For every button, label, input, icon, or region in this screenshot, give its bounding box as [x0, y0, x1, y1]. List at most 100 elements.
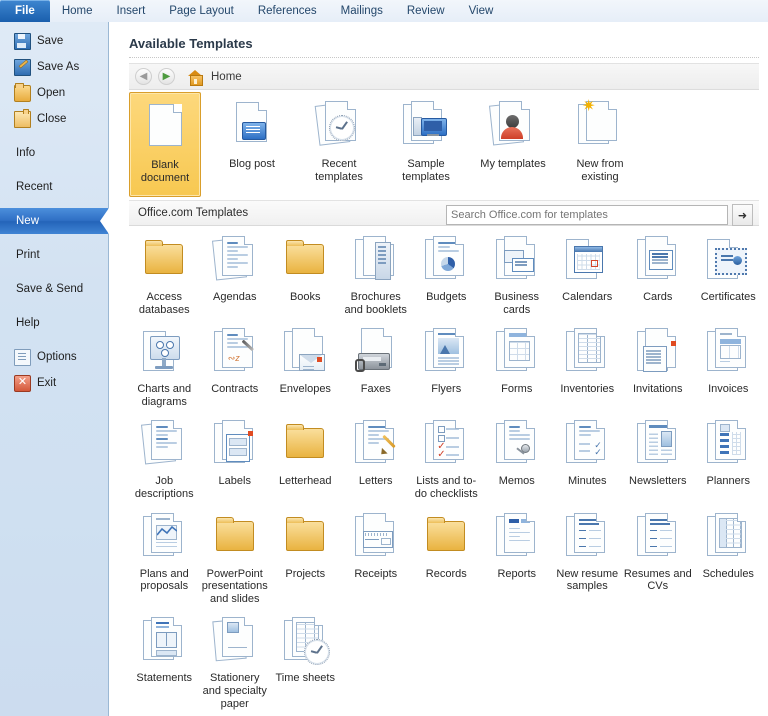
search-go-button[interactable]: ➜	[732, 204, 753, 226]
ribbon-tab-file[interactable]: File	[0, 0, 50, 22]
office-template-tile[interactable]: Letters	[341, 412, 412, 500]
office-template-tile[interactable]: Envelopes	[270, 320, 341, 408]
template-blog-post[interactable]: Blog post	[216, 92, 288, 197]
office-template-tile[interactable]: Charts and diagrams	[129, 320, 200, 408]
checklist-icon: ✓ ✓	[411, 412, 482, 474]
sidebar-item-close[interactable]: Close	[0, 106, 108, 132]
memo-pin-icon	[482, 412, 553, 474]
office-template-tile[interactable]: Records	[411, 505, 482, 606]
back-button[interactable]: ◀	[135, 68, 152, 85]
breadcrumb-home[interactable]: Home	[211, 71, 242, 83]
office-template-tile[interactable]: Brochures and booklets	[341, 228, 412, 316]
office-template-label: Charts and diagrams	[129, 383, 199, 408]
office-template-tile[interactable]: Plans and proposals	[129, 505, 200, 606]
sidebar-item-help[interactable]: Help	[0, 310, 108, 336]
sidebar-item-save-and-send[interactable]: Save & Send	[0, 276, 108, 302]
search-input[interactable]	[446, 205, 728, 225]
office-template-tile[interactable]: Letterhead	[270, 412, 341, 500]
folder-open-icon	[14, 85, 31, 102]
blog-post-icon	[216, 92, 288, 155]
office-template-tile[interactable]: ✓ ✓ Minutes	[552, 412, 623, 500]
office-template-tile[interactable]: Stationery and specialty paper	[200, 609, 271, 710]
template-label: Blog post	[214, 158, 290, 171]
office-template-tile[interactable]: Flyers	[411, 320, 482, 408]
office-template-tile[interactable]: Receipts	[341, 505, 412, 606]
sidebar-item-info[interactable]: Info	[0, 140, 108, 166]
office-template-label: Faxes	[341, 383, 411, 396]
office-template-tile[interactable]: Calendars	[552, 228, 623, 316]
office-template-label: New resume samples	[552, 568, 622, 593]
forward-button[interactable]: ▶	[158, 68, 175, 85]
office-template-tile[interactable]: Cards	[623, 228, 694, 316]
office-template-tile[interactable]: PowerPoint presentations and slides	[200, 505, 271, 606]
office-template-label: Letterhead	[270, 475, 340, 488]
sidebar-item-exit[interactable]: ✕ Exit	[0, 370, 108, 396]
office-template-tile[interactable]: Labels	[200, 412, 271, 500]
office-template-tile[interactable]: Reports	[482, 505, 553, 606]
ribbon-tab-view[interactable]: View	[457, 1, 506, 22]
template-label: My templates	[475, 158, 551, 171]
sidebar-item-label: Save	[37, 35, 63, 47]
sidebar-item-open[interactable]: Open	[0, 80, 108, 106]
sidebar-item-print[interactable]: Print	[0, 242, 108, 268]
ribbon-tab-review[interactable]: Review	[395, 1, 457, 22]
template-recent-templates[interactable]: Recent templates	[303, 92, 375, 197]
sidebar-item-options[interactable]: Options	[0, 344, 108, 370]
office-template-tile[interactable]: Budgets	[411, 228, 482, 316]
certificate-icon	[693, 228, 764, 290]
template-sample-templates[interactable]: Sample templates	[390, 92, 462, 197]
office-template-tile[interactable]: ∾z Contracts	[200, 320, 271, 408]
office-template-tile[interactable]: Newsletters	[623, 412, 694, 500]
sidebar-item-save[interactable]: Save	[0, 28, 108, 54]
ribbon-tab-insert[interactable]: Insert	[105, 1, 158, 22]
ribbon-tab-references[interactable]: References	[246, 1, 329, 22]
sidebar-item-label: New	[16, 215, 39, 227]
ribbon-tab-strip: File Home Insert Page Layout References …	[0, 0, 768, 23]
template-new-from-existing[interactable]: ✷ New from existing	[564, 92, 636, 197]
office-template-tile[interactable]: Inventories	[552, 320, 623, 408]
template-blank-document[interactable]: Blank document	[129, 92, 201, 197]
flyer-icon	[411, 320, 482, 382]
office-template-label: Labels	[200, 475, 270, 488]
office-template-tile[interactable]: Faxes	[341, 320, 412, 408]
schedule-grid-icon	[693, 505, 764, 567]
office-template-tile[interactable]: Statements	[129, 609, 200, 710]
office-template-tile[interactable]: Invoices	[693, 320, 764, 408]
office-template-tile[interactable]: ✓ ✓ Lists and to-do checklists	[411, 412, 482, 500]
sidebar-item-recent[interactable]: Recent	[0, 174, 108, 200]
office-template-tile[interactable]: Books	[270, 228, 341, 316]
sidebar-divider	[0, 336, 108, 344]
office-template-tile[interactable]: Job descriptions	[129, 412, 200, 500]
office-template-tile[interactable]: Schedules	[693, 505, 764, 606]
ribbon-tab-page-layout[interactable]: Page Layout	[157, 1, 246, 22]
sidebar-item-label: Info	[16, 147, 35, 159]
office-template-label: Access databases	[129, 291, 199, 316]
document-stack-icon	[200, 228, 271, 290]
office-template-tile[interactable]: Projects	[270, 505, 341, 606]
office-template-tile[interactable]: Resumes and CVs	[623, 505, 694, 606]
office-template-tile[interactable]: Time sheets	[270, 609, 341, 710]
page-title: Available Templates	[129, 36, 253, 51]
office-template-tile[interactable]: Forms	[482, 320, 553, 408]
office-template-tile[interactable]: Access databases	[129, 228, 200, 316]
receipt-icon	[341, 505, 412, 567]
home-icon[interactable]	[188, 70, 203, 84]
template-my-templates[interactable]: My templates	[477, 92, 549, 197]
sidebar-item-new[interactable]: New	[0, 208, 108, 234]
office-template-label: Minutes	[552, 475, 622, 488]
office-template-tile[interactable]: Planners	[693, 412, 764, 500]
sidebar-item-label: Save As	[37, 61, 79, 73]
ribbon-tab-mailings[interactable]: Mailings	[329, 1, 395, 22]
office-template-tile[interactable]: Business cards	[482, 228, 553, 316]
ribbon-tab-home[interactable]: Home	[50, 1, 105, 22]
forward-arrow-icon: ▶	[159, 71, 174, 82]
office-template-tile[interactable]: Agendas	[200, 228, 271, 316]
folder-icon	[200, 505, 271, 567]
sidebar-item-save-as[interactable]: Save As	[0, 54, 108, 80]
office-template-tile[interactable]: Invitations	[623, 320, 694, 408]
office-template-tile[interactable]: Certificates	[693, 228, 764, 316]
office-template-label: Lists and to-do checklists	[411, 475, 481, 500]
backstage-sidebar: Save Save As Open Close Info Recent New …	[0, 22, 109, 716]
office-template-tile[interactable]: New resume samples	[552, 505, 623, 606]
office-template-tile[interactable]: Memos	[482, 412, 553, 500]
